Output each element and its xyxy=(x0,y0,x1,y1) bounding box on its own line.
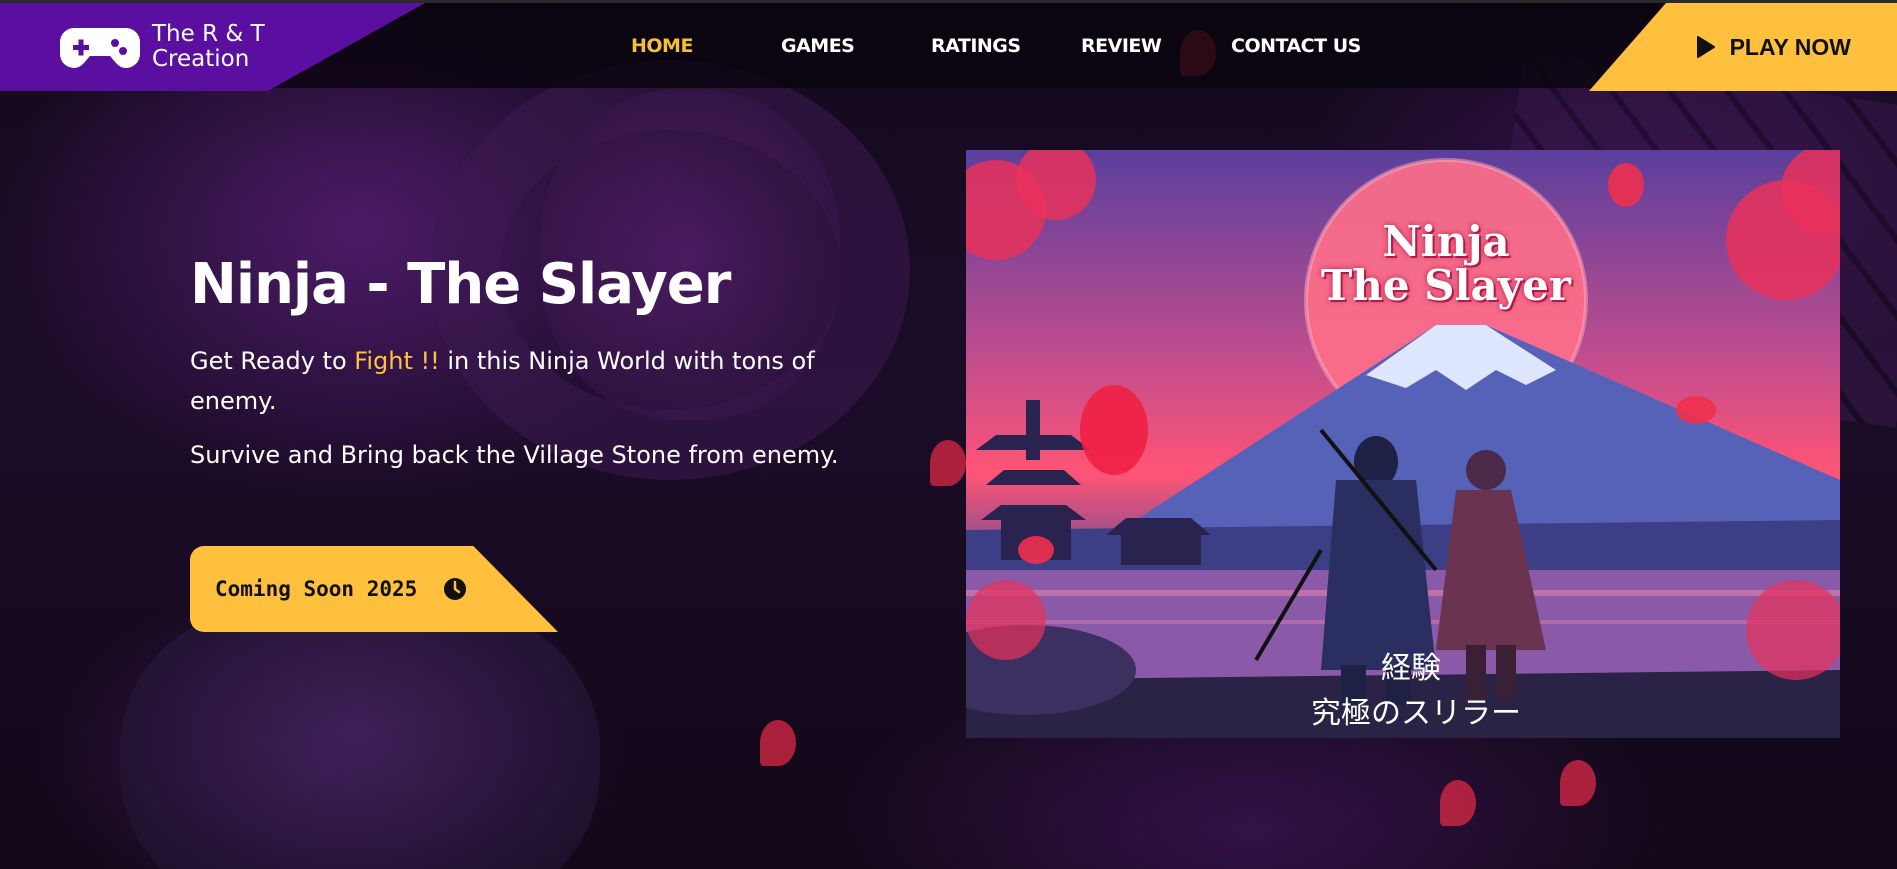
hero-description: Get Ready to Fight !! in this Ninja Worl… xyxy=(190,341,870,421)
hero-text-before: Get Ready to xyxy=(190,347,355,375)
nav-contact-us[interactable]: CONTACT US xyxy=(1231,35,1361,57)
poster-japanese-text: 経験 xyxy=(1381,651,1441,686)
brand-name: The R & T Creation xyxy=(152,21,265,72)
petal-decoration xyxy=(1440,780,1476,826)
nav-home[interactable]: HOME xyxy=(631,35,693,57)
petal-decoration xyxy=(930,440,966,486)
petal-decoration xyxy=(760,720,796,766)
site-header: The R & T Creation HOME GAMES RATINGS RE… xyxy=(0,0,1897,91)
clock-icon xyxy=(444,578,467,600)
poster-japanese-subtitle: 究極のスリラー xyxy=(1311,696,1521,731)
coming-soon-label: Coming Soon 2025 xyxy=(215,577,418,601)
nav-ratings[interactable]: RATINGS xyxy=(931,35,1021,57)
poster-title: Ninja The Slayer xyxy=(1321,217,1571,310)
play-now-label: PLAY NOW xyxy=(1729,33,1851,60)
fight-highlight: Fight !! xyxy=(354,347,440,375)
hero-subtext: Survive and Bring back the Village Stone… xyxy=(190,441,839,469)
brand-logo-link[interactable]: The R & T Creation xyxy=(0,3,425,91)
nav-review[interactable]: REVIEW xyxy=(1081,35,1162,57)
hero-title: Ninja - The Slayer xyxy=(190,252,731,317)
controller-background-image xyxy=(120,610,600,869)
page: The R & T Creation HOME GAMES RATINGS RE… xyxy=(0,0,1897,869)
game-poster-image: Ninja The Slayer 経験 究極のスリラー xyxy=(966,150,1840,738)
petal-decoration xyxy=(1560,760,1596,806)
gamepad-icon xyxy=(60,28,140,68)
play-icon xyxy=(1696,36,1715,58)
play-now-button[interactable]: PLAY NOW xyxy=(1589,3,1897,91)
nav-games[interactable]: GAMES xyxy=(781,35,855,57)
coming-soon-button[interactable]: Coming Soon 2025 xyxy=(190,546,558,632)
